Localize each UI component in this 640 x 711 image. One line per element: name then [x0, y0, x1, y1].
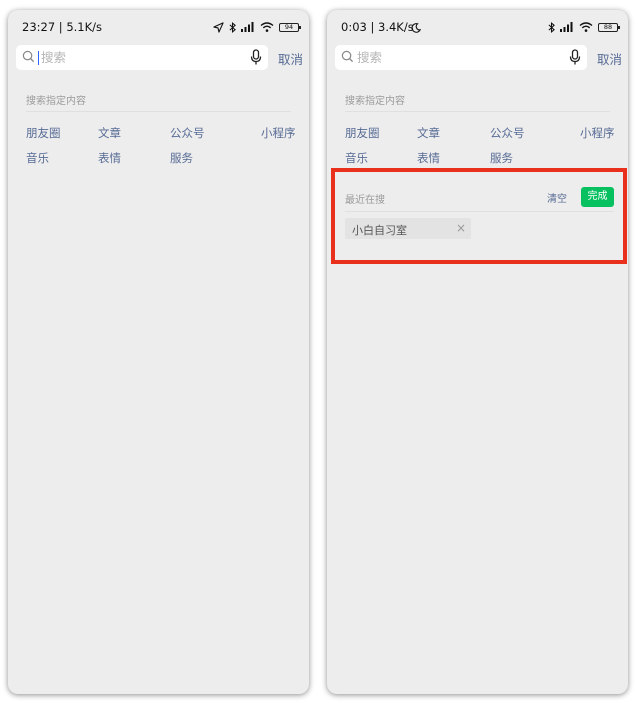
- status-icons: 94: [213, 21, 301, 33]
- category-stickers[interactable]: 表情: [417, 150, 440, 166]
- recent-searches-label: 最近在搜: [345, 195, 385, 206]
- category-services[interactable]: 服务: [490, 150, 513, 166]
- category-stickers[interactable]: 表情: [98, 150, 121, 166]
- history-item[interactable]: 小白自习室 ×: [345, 218, 471, 239]
- microphone-icon[interactable]: [250, 49, 262, 66]
- category-moments[interactable]: 朋友圈: [345, 125, 380, 141]
- bluetooth-icon: [229, 21, 236, 33]
- location-arrow-icon: [213, 21, 224, 33]
- signal-icon: [560, 22, 573, 32]
- category-articles[interactable]: 文章: [98, 125, 121, 141]
- phone-screen-right: 0:03 | 3.4K/s 88 取消 搜索指定内容 朋友圈 文章 公众号 小程…: [327, 10, 628, 694]
- cancel-button[interactable]: 取消: [597, 49, 622, 68]
- microphone-icon[interactable]: [569, 49, 581, 66]
- battery-icon: 88: [598, 22, 620, 32]
- history-item-label: 小白自习室: [352, 224, 407, 237]
- status-bar: 23:27 | 5.1K/s 94: [8, 10, 309, 48]
- category-mini-programs[interactable]: 小程序: [580, 125, 615, 141]
- cancel-button[interactable]: 取消: [278, 49, 303, 68]
- clear-history-button[interactable]: 清空: [547, 190, 567, 205]
- signal-icon: [241, 22, 254, 32]
- done-button[interactable]: 完成: [581, 187, 614, 207]
- section-title: 搜索指定内容: [345, 96, 405, 107]
- category-moments[interactable]: 朋友圈: [26, 125, 61, 141]
- phone-screen-left: 23:27 | 5.1K/s 94 取消 搜索指定内容 朋友圈 文章 公众号 小…: [8, 10, 309, 694]
- status-icons: 88: [548, 21, 620, 33]
- divider: [345, 111, 610, 112]
- category-services[interactable]: 服务: [170, 150, 193, 166]
- moon-icon: [411, 23, 421, 33]
- category-music[interactable]: 音乐: [345, 150, 368, 166]
- search-input[interactable]: [357, 48, 547, 67]
- close-icon[interactable]: ×: [456, 222, 466, 234]
- status-time-speed: 0:03 | 3.4K/s: [341, 20, 414, 34]
- wifi-icon: [579, 22, 593, 32]
- text-cursor: [38, 51, 39, 65]
- battery-icon: 94: [279, 22, 301, 32]
- search-bar[interactable]: [16, 45, 268, 70]
- wifi-icon: [260, 22, 274, 32]
- category-mini-programs[interactable]: 小程序: [261, 125, 296, 141]
- divider: [26, 111, 291, 112]
- section-title: 搜索指定内容: [26, 96, 86, 107]
- status-time-speed: 23:27 | 5.1K/s: [22, 20, 103, 34]
- search-bar[interactable]: [335, 45, 587, 70]
- category-official-accounts[interactable]: 公众号: [490, 125, 525, 141]
- category-articles[interactable]: 文章: [417, 125, 440, 141]
- status-bar: 0:03 | 3.4K/s 88: [327, 10, 628, 48]
- divider: [345, 211, 614, 212]
- search-icon: [22, 50, 35, 63]
- bluetooth-icon: [548, 21, 555, 33]
- category-official-accounts[interactable]: 公众号: [170, 125, 205, 141]
- search-input[interactable]: [41, 48, 231, 67]
- search-icon: [341, 50, 354, 63]
- category-music[interactable]: 音乐: [26, 150, 49, 166]
